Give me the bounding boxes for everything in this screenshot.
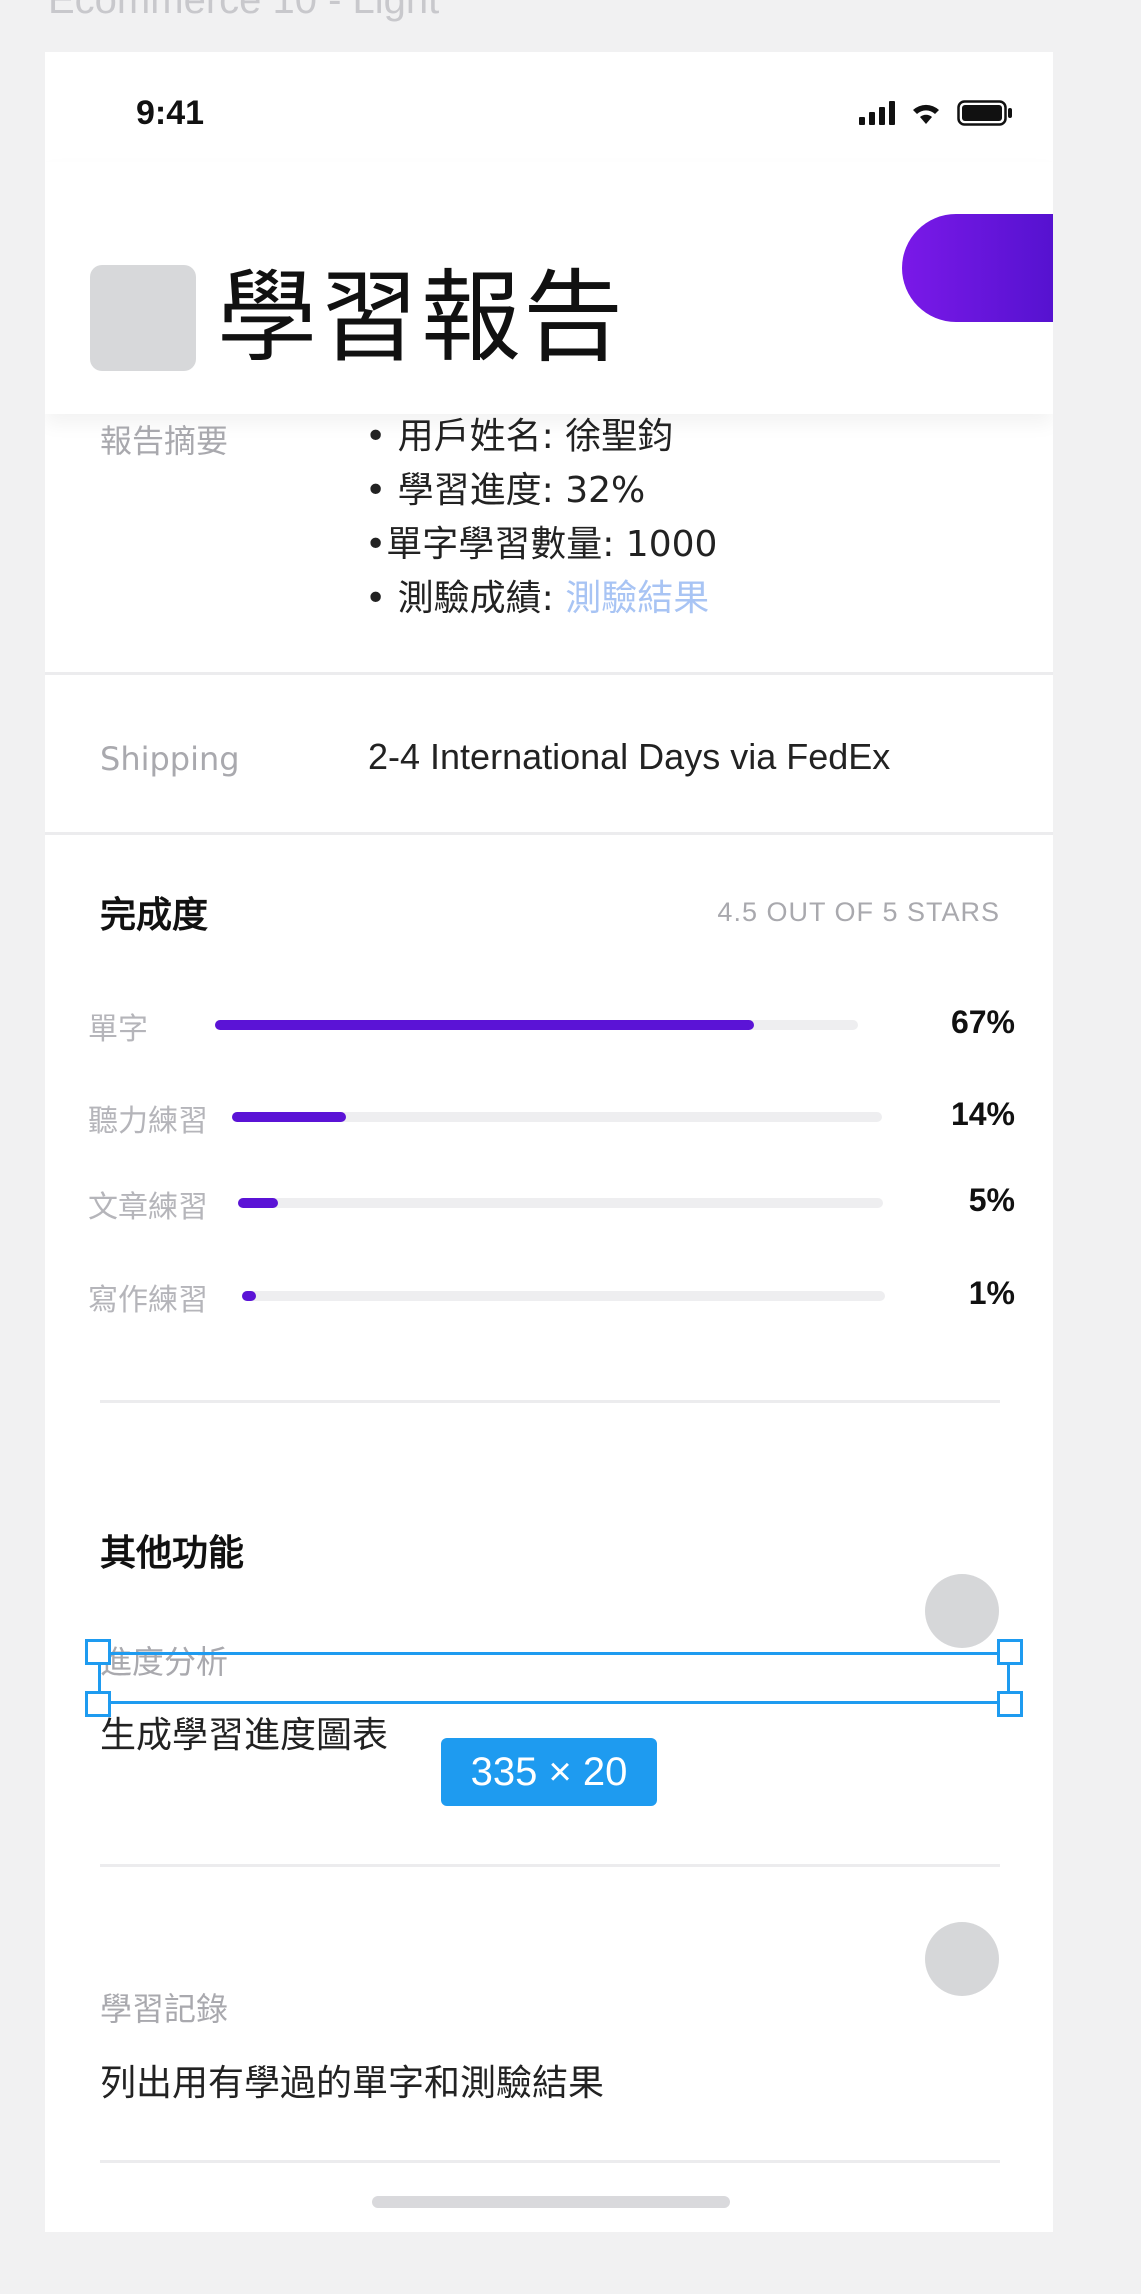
- progress-value: 14%: [950, 1096, 1015, 1132]
- dimension-badge: 335 × 20: [441, 1738, 657, 1806]
- divider: [100, 1864, 1000, 1867]
- status-time: 9:41: [136, 94, 205, 132]
- phone-screen: 9:41 學習報告 報告摘要 • 用戶姓名: 徐聖鈞 • 學習進度: 32% •…: [45, 52, 1053, 2232]
- summary-test-score: • 測驗成績: 測驗結果: [365, 572, 717, 626]
- summary-user-name: • 用戶姓名: 徐聖鈞: [365, 416, 674, 457]
- progress-label: 寫作練習: [88, 1283, 208, 1318]
- canvas: Ecommerce 10 - Light 9:41 學習報告 報告摘要 • 用戶…: [0, 0, 1141, 2294]
- wifi-icon: [913, 104, 939, 124]
- selection-box[interactable]: [98, 1652, 1010, 1704]
- progress-row-reading: 文章練習 5%: [45, 1178, 1053, 1228]
- progress-label: 單字: [88, 1012, 148, 1047]
- progress-value: 67%: [950, 1004, 1015, 1040]
- progress-value: 1%: [968, 1275, 1015, 1311]
- summary-progress: • 學習進度: 32%: [365, 470, 646, 511]
- progress-label: 文章練習: [88, 1190, 208, 1225]
- summary-label: 報告摘要: [100, 422, 229, 460]
- feature-label: 學習記錄: [100, 1990, 229, 2028]
- header: 學習報告: [45, 162, 1053, 414]
- header-thumbnail: [90, 265, 196, 371]
- progress-row-listening: 聽力練習 14%: [45, 1092, 1053, 1142]
- divider: [45, 672, 1053, 675]
- feature-description[interactable]: 生成學習進度圖表: [100, 1706, 388, 1758]
- progress-label: 聽力練習: [88, 1104, 208, 1139]
- progress-row-vocabulary: 單字 67%: [45, 1000, 1053, 1050]
- selection-handle-bottom-left[interactable]: [85, 1691, 111, 1717]
- progress-fill: [215, 1020, 754, 1030]
- summary-test-label: • 測驗成績:: [365, 578, 566, 619]
- selection-handle-top-left[interactable]: [85, 1639, 111, 1665]
- shipping-value: 2-4 International Days via FedEx: [368, 736, 891, 777]
- home-indicator: [372, 2196, 730, 2208]
- divider: [45, 832, 1053, 835]
- feature-action-circle[interactable]: [925, 1574, 999, 1648]
- signal-icon: [859, 101, 895, 125]
- progress-track: [238, 1198, 883, 1208]
- completion-heading: 完成度: [100, 895, 209, 936]
- progress-value: 5%: [968, 1182, 1015, 1218]
- progress-fill: [242, 1291, 256, 1301]
- status-icons: [859, 100, 1013, 126]
- summary-word-count: •單字學習數量: 1000: [365, 524, 718, 565]
- progress-fill: [232, 1112, 346, 1122]
- progress-track: [242, 1291, 885, 1301]
- divider: [100, 2160, 1000, 2163]
- features-heading: 其他功能: [100, 1533, 245, 1574]
- frame-label: Ecommerce 10 - Light: [48, 0, 440, 22]
- selection-handle-bottom-right[interactable]: [997, 1691, 1023, 1717]
- progress-fill: [238, 1198, 279, 1208]
- shipping-label: Shipping: [100, 740, 240, 778]
- progress-track: [215, 1020, 858, 1030]
- rating-text: 4.5 OUT OF 5 STARS: [717, 897, 1000, 927]
- page-title: 學習報告: [217, 259, 625, 376]
- divider: [100, 1400, 1000, 1403]
- test-results-link[interactable]: 測驗結果: [565, 578, 709, 619]
- selection-handle-top-right[interactable]: [997, 1639, 1023, 1665]
- battery-icon: [957, 100, 1012, 126]
- feature-description: 列出用有學過的單字和測驗結果: [100, 2063, 605, 2104]
- summary-list: • 用戶姓名: 徐聖鈞 • 學習進度: 32% •單字學習數量: 1000 • …: [365, 410, 717, 626]
- progress-row-writing: 寫作練習 1%: [45, 1271, 1053, 1321]
- progress-track: [232, 1112, 882, 1122]
- header-action-button[interactable]: [902, 214, 1053, 322]
- feature-action-circle[interactable]: [925, 1922, 999, 1996]
